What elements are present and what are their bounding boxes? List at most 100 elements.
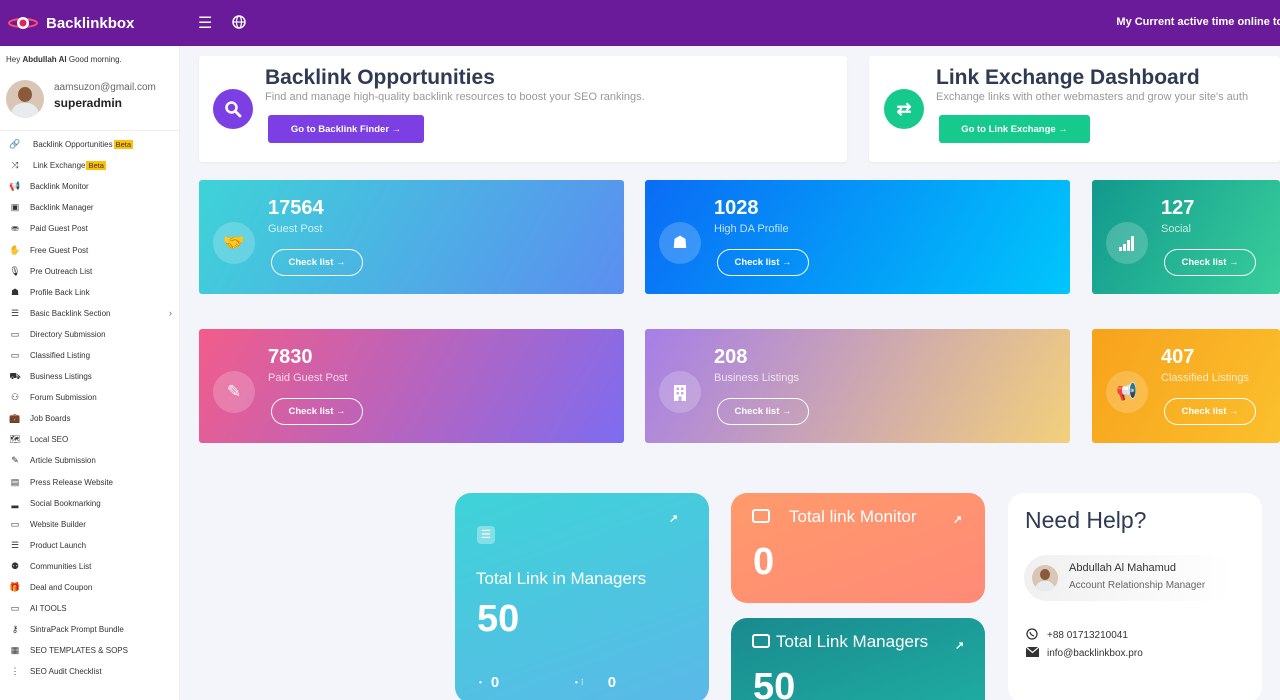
- stat-value: 17564: [268, 197, 324, 219]
- check-list-button[interactable]: Check list →: [1164, 398, 1256, 425]
- stat-value: 127: [1161, 197, 1195, 219]
- chevron-right-icon[interactable]: ›: [169, 308, 172, 318]
- sub-stat-a: • 0: [479, 674, 500, 691]
- document-icon: ☰: [477, 526, 495, 544]
- brand-name: Backlinkbox: [46, 14, 135, 32]
- sidebar-item[interactable]: ⛂ Paid Guest Post: [0, 218, 180, 239]
- check-list-button[interactable]: Check list →: [717, 398, 809, 425]
- bullhorn-icon: 📢: [9, 181, 21, 192]
- map-icon: 🗺: [9, 434, 21, 445]
- wallet-icon: [752, 509, 770, 523]
- sidebar-item[interactable]: ✎ Article Submission: [0, 450, 180, 471]
- coins-icon: ⛂: [11, 223, 19, 234]
- envelope-icon: [1025, 646, 1040, 660]
- sidebar-item[interactable]: 🎙 Pre Outreach List: [0, 261, 180, 282]
- sidebar-item-label: Social Bookmarking: [30, 498, 101, 508]
- sidebar-item[interactable]: ⤨ Link Exchange Beta: [0, 155, 180, 176]
- desktop-icon: ▭: [10, 328, 20, 339]
- sidebar-item[interactable]: ▦ SEO TEMPLATES & SOPS: [0, 640, 180, 661]
- total-link-monitor-card[interactable]: Total link Monitor ↗ 0: [731, 493, 985, 603]
- sidebar-item[interactable]: ☰ Basic Backlink Section ›: [0, 303, 180, 324]
- stat-value: 208: [714, 346, 748, 368]
- grid-icon: ▦: [10, 645, 20, 656]
- wallet-icon: [752, 634, 770, 648]
- sidebar-item-label: Free Guest Post: [30, 245, 89, 255]
- sidebar-item-label: Article Submission: [30, 456, 96, 466]
- sidebar-item[interactable]: ✋ Free Guest Post: [0, 239, 180, 260]
- building-icon: [659, 371, 701, 413]
- sidebar-item[interactable]: 🔗 Backlink Opportunities Beta: [0, 134, 180, 155]
- arrow-up-right-icon[interactable]: ↗: [953, 513, 962, 526]
- hamburger-menu-icon[interactable]: ☰: [198, 13, 212, 33]
- ellipsis-vertical-icon: ⋮: [10, 666, 20, 677]
- sidebar-item[interactable]: ⋮ SEO Audit Checklist: [0, 661, 180, 682]
- check-list-button[interactable]: Check list →: [271, 398, 363, 425]
- sidebar-item[interactable]: ⚷ SintraPack Prompt Bundle: [0, 619, 180, 640]
- stat-value: 1028: [714, 197, 759, 219]
- user-role: superadmin: [54, 96, 123, 110]
- user-email: aamsuzon@gmail.com: [54, 82, 156, 93]
- user-profile[interactable]: aamsuzon@gmail.com superadmin: [6, 80, 176, 120]
- go-to-link-exchange-button[interactable]: Go to Link Exchange →: [939, 115, 1090, 143]
- sidebar-item[interactable]: ☰ Product Launch: [0, 535, 180, 556]
- stat-card-social: 127 Social Check list →: [1092, 180, 1280, 294]
- opportunities-title: Backlink Opportunities: [265, 66, 495, 89]
- stat-label: Social: [1161, 223, 1191, 235]
- sidebar-item[interactable]: ⚉ Communities List: [0, 556, 180, 577]
- manager-role: Account Relationship Manager: [1069, 580, 1206, 591]
- people-icon: ⚇: [10, 392, 20, 403]
- sidebar-item[interactable]: ▭ Classified Listing: [0, 345, 180, 366]
- sidebar-item-label: Backlink Monitor: [30, 182, 89, 192]
- list-icon: ☰: [10, 539, 20, 550]
- arrow-up-right-icon[interactable]: ↗: [669, 512, 678, 525]
- sidebar-item-label: Local SEO: [30, 435, 69, 445]
- users-icon: ⚉: [10, 560, 20, 571]
- sidebar-item[interactable]: 💼 Job Boards: [0, 408, 180, 429]
- sidebar-item-label: Business Listings: [30, 372, 92, 382]
- avatar: [6, 80, 44, 118]
- sidebar-item[interactable]: ▂ Social Bookmarking: [0, 493, 180, 514]
- help-phone[interactable]: +88 01713210041: [1026, 628, 1128, 643]
- sidebar-item[interactable]: ▭ AI TOOLS: [0, 598, 180, 619]
- gift-icon: 🎁: [9, 582, 21, 593]
- sub-stat-a-value: 0: [490, 674, 500, 691]
- globe-icon[interactable]: [232, 13, 246, 34]
- sidebar-item[interactable]: ▭ Website Builder: [0, 514, 180, 535]
- sidebar-item[interactable]: ▣ Backlink Manager: [0, 197, 180, 218]
- sidebar-item[interactable]: 🎁 Deal and Coupon: [0, 577, 180, 598]
- stat-label: Paid Guest Post: [268, 372, 348, 384]
- sidebar-item[interactable]: ⛟ Business Listings: [0, 366, 180, 387]
- stat-card-paid-guest-post: ✎ 7830 Paid Guest Post Check list →: [199, 329, 624, 443]
- sidebar-item[interactable]: ▤ Press Release Website: [0, 472, 180, 493]
- total-link-managers-card[interactable]: Total Link Managers ↗ 50: [731, 618, 985, 700]
- search-icon: [213, 89, 253, 129]
- stat-card-classified-listings: 📢 407 Classified Listings Check list →: [1092, 329, 1280, 443]
- help-email[interactable]: info@backlinkbox.pro: [1025, 646, 1143, 660]
- check-list-button[interactable]: Check list →: [271, 249, 363, 276]
- check-list-button[interactable]: Check list →: [717, 249, 809, 276]
- sidebar-item[interactable]: 📢 Backlink Monitor: [0, 176, 180, 197]
- sidebar-item-label: Directory Submission: [30, 329, 106, 339]
- stat-label: High DA Profile: [714, 223, 789, 235]
- check-list-button[interactable]: Check list →: [1164, 249, 1256, 276]
- card-value: 0: [753, 541, 775, 583]
- account-manager[interactable]: Abdullah Al Mahamud Account Relationship…: [1024, 555, 1234, 601]
- exchange-subtitle: Exchange links with other webmasters and…: [936, 91, 1249, 103]
- sidebar-item[interactable]: ▭ Directory Submission: [0, 324, 180, 345]
- sidebar-item[interactable]: ☗ Profile Back Link: [0, 282, 180, 303]
- link-exchange-card: ⇄ Link Exchange Dashboard Exchange links…: [869, 56, 1280, 162]
- stat-value: 7830: [268, 346, 313, 368]
- sidebar-item[interactable]: 🗺 Local SEO: [0, 429, 180, 450]
- backlink-opportunities-card: Backlink Opportunities Find and manage h…: [199, 56, 847, 162]
- bullhorn-icon: 📢: [1106, 371, 1148, 413]
- manager-name: Abdullah Al Mahamud: [1069, 562, 1177, 574]
- sidebar-item-label: Forum Submission: [30, 393, 97, 403]
- go-to-backlink-finder-button[interactable]: Go to Backlink Finder →: [268, 115, 424, 143]
- laptop-icon: ▭: [10, 518, 20, 529]
- arrow-up-right-icon[interactable]: ↗: [955, 639, 964, 652]
- sidebar-item[interactable]: ⚇ Forum Submission: [0, 387, 180, 408]
- total-link-in-managers-card[interactable]: ☰ ↗ Total Link in Managers 50 • 0 • ⁝ 0: [455, 493, 709, 700]
- brand[interactable]: Backlinkbox: [0, 0, 180, 46]
- sidebar-item-label: Basic Backlink Section: [30, 308, 111, 318]
- dolly-icon: ⛟: [9, 370, 21, 381]
